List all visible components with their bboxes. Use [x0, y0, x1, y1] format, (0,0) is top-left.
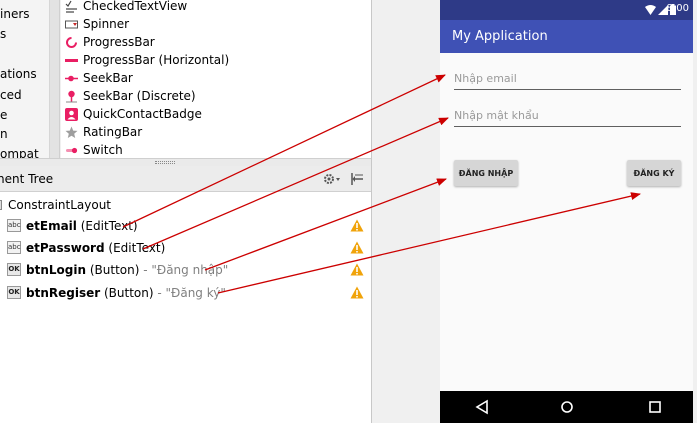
palette-widget-label: SeekBar (Discrete) — [83, 89, 196, 103]
hide-panel-button[interactable] — [350, 172, 364, 186]
tree-node-etpassword[interactable]: abc etPassword (EditText) — [7, 237, 371, 259]
component-tree-header: nent Tree — [0, 166, 371, 192]
tree-node-id: btnRegiser — [26, 286, 101, 300]
edittext-icon: abc — [7, 219, 21, 232]
tree-node-etemail[interactable]: abc etEmail (EditText) — [7, 215, 371, 237]
palette-widget-label: Spinner — [83, 17, 130, 31]
tree-node-label: etPassword (EditText) — [26, 237, 165, 259]
palette-widget-label: ProgressBar (Horizontal) — [83, 53, 230, 67]
navigation-bar — [440, 391, 693, 423]
back-icon[interactable] — [472, 398, 492, 416]
spinner-icon — [65, 20, 78, 29]
palette-widget-label: RatingBar — [83, 125, 143, 139]
quick-contact-badge-icon — [65, 108, 78, 121]
component-tree-title: nent Tree — [0, 172, 54, 186]
register-button[interactable]: ĐĂNG KÝ — [627, 160, 681, 186]
edittext-icon: abc — [7, 241, 21, 254]
button-icon: OK — [7, 263, 21, 276]
email-field[interactable] — [454, 68, 681, 90]
app-title: My Application — [452, 29, 548, 44]
email-input[interactable] — [454, 68, 681, 88]
tree-node-type: (Button) — [89, 263, 140, 277]
warning-icon[interactable] — [350, 219, 364, 232]
tree-node-text: - "Đăng nhập" — [143, 263, 229, 277]
settings-dropdown-button[interactable] — [322, 172, 342, 186]
tree-node-btnregiser[interactable]: OK btnRegiser (Button) - "Đăng ký" — [7, 282, 371, 304]
tree-node-id: etPassword — [26, 241, 105, 255]
app-bar: My Application — [440, 20, 693, 53]
status-time: 8:00 — [666, 3, 689, 14]
palette-category[interactable]: n — [0, 125, 8, 143]
grip-icon — [155, 161, 175, 164]
warning-icon[interactable] — [350, 241, 364, 254]
password-input[interactable] — [454, 105, 681, 125]
palette-widget-label: CheckedTextView — [83, 0, 188, 13]
tree-node-type: (EditText) — [80, 219, 138, 233]
palette-category[interactable]: ced — [0, 86, 22, 104]
button-icon: OK — [7, 286, 21, 299]
tree-node-label: btnRegiser (Button) - "Đăng ký" — [26, 282, 226, 304]
seek-bar-icon — [65, 75, 78, 82]
palette-widget-label: SeekBar — [83, 71, 133, 85]
tree-node-label: etEmail (EditText) — [26, 215, 138, 237]
palette-category[interactable]: e — [0, 106, 7, 124]
progress-bar-horizontal-icon — [65, 59, 78, 62]
layout-icon — [0, 200, 2, 210]
gear-icon — [324, 174, 340, 184]
palette-category[interactable]: ations — [0, 65, 37, 83]
hide-panel-icon — [351, 173, 363, 185]
wifi-icon — [645, 5, 656, 15]
warning-icon[interactable] — [350, 286, 364, 299]
palette-category[interactable]: s — [0, 25, 6, 43]
home-icon[interactable] — [557, 398, 577, 416]
warning-icon[interactable] — [350, 263, 364, 276]
tree-node-id: btnLogin — [26, 263, 87, 277]
panel-resize-handle[interactable] — [0, 158, 371, 166]
login-button[interactable]: ĐĂNG NHẬP — [454, 160, 518, 186]
progress-bar-icon — [66, 37, 77, 48]
tree-node-type: (EditText) — [108, 241, 166, 255]
seek-bar-discrete-icon — [66, 90, 77, 103]
switch-icon — [66, 147, 78, 154]
tree-node-id: etEmail — [26, 219, 77, 233]
palette-category[interactable]: iners — [0, 5, 30, 23]
status-bar: 8:00 — [440, 0, 693, 20]
device-preview: 8:00 My Application ĐĂNG NHẬP ĐĂNG KÝ — [440, 0, 693, 423]
star-icon — [65, 126, 78, 138]
component-tree-panel: nent Tree ConstraintLayout abc etEmail (… — [0, 166, 371, 423]
palette-splitter[interactable] — [50, 0, 60, 158]
tree-node-label: ConstraintLayout — [8, 198, 112, 212]
recents-icon[interactable] — [645, 398, 665, 416]
palette-widget-list: CheckedTextView Spinner ProgressBar Prog… — [61, 0, 371, 158]
ide-window: iners s ations ced e n ompat CheckedText… — [0, 0, 697, 423]
palette-widget-label: QuickContactBadge — [83, 107, 202, 121]
tree-node-type: (Button) — [103, 286, 154, 300]
palette-category[interactable]: ompat — [0, 145, 39, 158]
palette-widget-label: ProgressBar — [83, 35, 155, 49]
password-field[interactable] — [454, 105, 681, 127]
checked-text-view-icon — [65, 0, 77, 13]
palette-categories: iners s ations ced e n ompat — [0, 0, 50, 158]
tree-node-text: - "Đăng ký" — [157, 286, 226, 300]
tree-node-btnlogin[interactable]: OK btnLogin (Button) - "Đăng nhập" — [7, 259, 371, 281]
palette-widget-label: Switch — [83, 143, 123, 157]
tree-node-label: btnLogin (Button) - "Đăng nhập" — [26, 259, 228, 281]
